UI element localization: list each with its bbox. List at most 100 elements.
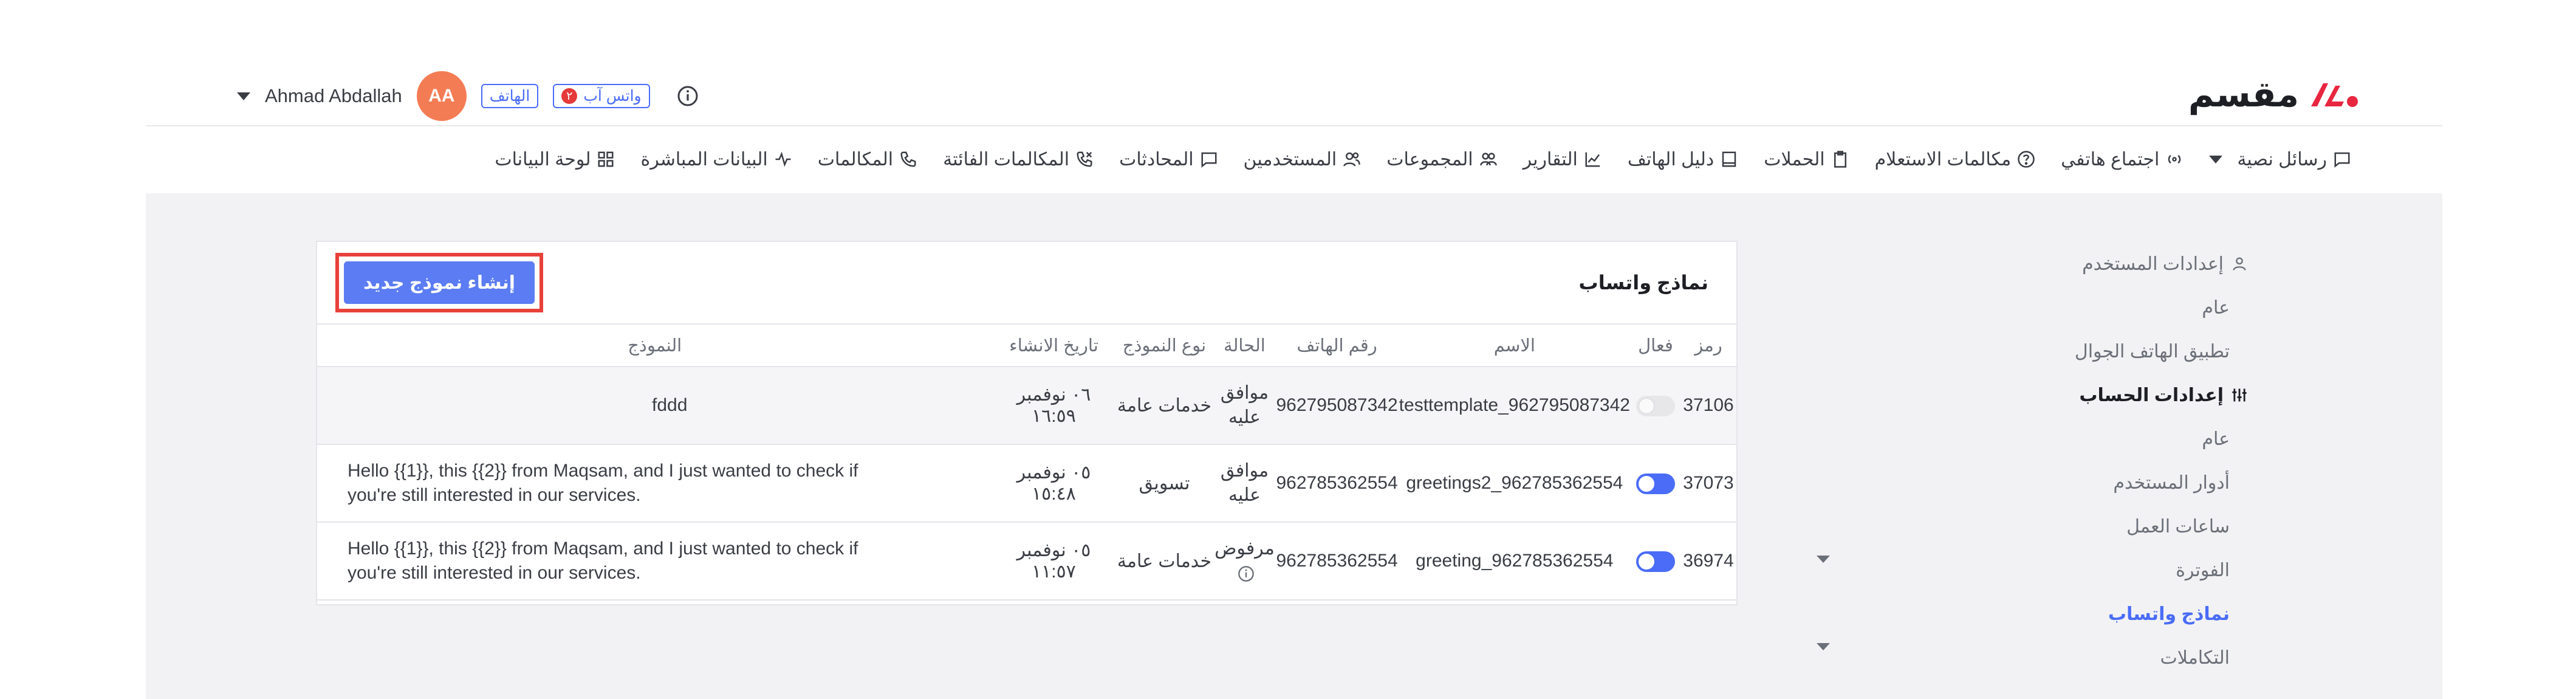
template-text-line2: you're still interested in our services. <box>348 485 641 505</box>
sidebar-item-billing[interactable]: الفوترة <box>2005 548 2248 592</box>
nav-item-conference[interactable]: اجتماع هاتفي <box>2061 149 2184 170</box>
col-status[interactable]: الحالة <box>1213 325 1276 367</box>
sidebar-item-user-settings[interactable]: إعدادات المستخدم <box>2005 242 2248 286</box>
phone-channel-label: الهاتف <box>489 88 530 105</box>
user-name[interactable]: Ahmad Abdallah <box>265 85 402 107</box>
active-toggle[interactable] <box>1636 395 1675 416</box>
rejection-info-icon[interactable] <box>1238 565 1255 582</box>
active-toggle[interactable] <box>1636 473 1675 494</box>
cell-template: Hello {{1}}, this {{2}} from Maqsam, and… <box>317 522 993 601</box>
status-text-line1: موافق <box>1220 461 1269 481</box>
cell-active <box>1631 444 1680 523</box>
sidebar-item-account-settings[interactable]: إعدادات الحساب <box>2005 373 2248 417</box>
chart-icon <box>1585 152 1600 167</box>
cell-phone: 962785362554 <box>1275 522 1399 601</box>
billing-chevron-down-icon[interactable] <box>1817 556 1830 563</box>
sidebar-label: ساعات العمل <box>2126 516 2230 537</box>
cell-type: خدمات عامة <box>1115 522 1214 601</box>
col-code[interactable]: رمز <box>1680 325 1736 367</box>
sidebar-item-work-hours[interactable]: ساعات العمل <box>2005 504 2248 548</box>
nav-item-groups[interactable]: المجموعات <box>1386 149 1497 170</box>
sidebar-label: إعدادات المستخدم <box>2082 253 2224 274</box>
nav-label: الحملات <box>1764 149 1825 170</box>
active-toggle[interactable] <box>1636 551 1675 572</box>
sidebar-item-account-general[interactable]: عام <box>2005 417 2248 461</box>
nav-label: المجموعات <box>1386 149 1473 170</box>
nav-item-dashboard[interactable]: لوحة البيانات <box>495 149 615 170</box>
col-created[interactable]: تاريخ الانشاء <box>992 325 1115 367</box>
templates-table: رمز فعال الاسم رقم الهاتف الحالة نوع الن… <box>317 325 1736 601</box>
nav-item-inquiry-calls[interactable]: مكالمات الاستعلام <box>1875 149 2036 170</box>
nav-item-live-data[interactable]: البيانات المباشرة <box>640 149 792 170</box>
col-active[interactable]: فعال <box>1631 325 1680 367</box>
sidebar-item-mobile-app[interactable]: تطبيق الهاتف الجوال <box>2005 329 2248 373</box>
nav-item-missed-calls[interactable]: المكالمات الفائتة <box>943 149 1094 170</box>
cell-template: Hello {{1}}, this {{2}} from Maqsam, and… <box>317 444 993 523</box>
table-row[interactable]: 36974 greeting_962785362554 962785362554… <box>317 522 1736 601</box>
sidebar-item-user-roles[interactable]: أدوار المستخدم <box>2005 461 2248 504</box>
nav-label: المكالمات الفائتة <box>943 149 1070 170</box>
avatar[interactable]: AA <box>416 71 467 121</box>
cell-status: مرفوض <box>1213 522 1276 601</box>
col-type[interactable]: نوع النموذج <box>1115 325 1214 367</box>
table-row[interactable]: 37106 testtemplate_962795087342 96279508… <box>317 367 1736 445</box>
nav-item-campaigns[interactable]: الحملات <box>1764 149 1849 170</box>
template-text-line1: Hello {{1}}, this {{2}} from Maqsam, and… <box>348 461 858 481</box>
top-header: مقسم Ahmad Abdallah AA الهاتف ٢ واتس آب <box>146 29 2442 126</box>
card-header: إنشاء نموذج جديد نماذج واتساب <box>317 242 1736 325</box>
sidebar-label: تطبيق الهاتف الجوال <box>2074 341 2230 362</box>
nav-label: البيانات المباشرة <box>640 149 768 170</box>
cell-code: 37073 <box>1680 444 1736 523</box>
sliders-icon <box>2232 388 2247 402</box>
group-icon <box>1479 153 1497 166</box>
table-row[interactable]: 37073 greetings2_962785362554 9627853625… <box>317 444 1736 523</box>
nav-label: المستخدمين <box>1243 149 1337 170</box>
whatsapp-channel-chip[interactable]: ٢ واتس آب <box>553 84 650 108</box>
nav-more-chevron-down-icon[interactable] <box>2209 155 2223 164</box>
nav-item-users[interactable]: المستخدمين <box>1244 149 1362 170</box>
nav-item-reports[interactable]: التقارير <box>1523 149 1602 170</box>
col-template[interactable]: النموذج <box>317 325 993 367</box>
phone-icon <box>900 151 916 167</box>
question-icon <box>2018 151 2035 168</box>
nav-label: دليل الهاتف <box>1627 149 1714 170</box>
cell-status: موافق عليه <box>1213 367 1276 445</box>
integrations-chevron-down-icon[interactable] <box>1817 643 1830 650</box>
user-area: Ahmad Abdallah AA الهاتف ٢ واتس آب <box>237 66 699 126</box>
new-template-button[interactable]: إنشاء نموذج جديد <box>344 261 535 304</box>
user-menu-chevron-down-icon[interactable] <box>237 92 250 100</box>
logo-mark-icon <box>2307 77 2363 111</box>
status-text-line1: موافق <box>1220 383 1269 403</box>
cell-phone: 962795087342 <box>1275 367 1399 445</box>
cell-active <box>1631 522 1680 601</box>
clipboard-icon <box>1834 151 1846 168</box>
nav-item-conversations[interactable]: المحادثات <box>1119 149 1218 170</box>
info-icon[interactable] <box>677 85 699 107</box>
cell-type: تسويق <box>1115 444 1214 523</box>
sidebar-item-integrations[interactable]: التكاملات <box>2005 636 2248 680</box>
nav-item-calls[interactable]: المكالمات <box>818 149 917 170</box>
sms-icon <box>2334 152 2350 168</box>
content-area: إعدادات المستخدم عام تطبيق الهاتف الجوال… <box>146 193 2442 699</box>
cell-created: ٠٥ نوفمبر ١٥:٤٨ <box>992 444 1115 523</box>
logo-text: مقسم <box>2188 74 2299 115</box>
nav-item-sms[interactable]: رسائل نصية <box>2209 149 2351 170</box>
sidebar-label: أدوار المستخدم <box>2113 472 2230 493</box>
user-icon <box>2233 257 2246 270</box>
cell-name: testtemplate_962795087342 <box>1398 367 1631 445</box>
cell-created: ٠٦ نوفمبر ١٦:٥٩ <box>992 367 1115 445</box>
table-header-row: رمز فعال الاسم رقم الهاتف الحالة نوع الن… <box>317 325 1736 367</box>
phone-channel-chip[interactable]: الهاتف <box>481 84 539 108</box>
main-nav: لوحة البيانات البيانات المباشرة المكالما… <box>495 141 2351 177</box>
whatsapp-templates-card: إنشاء نموذج جديد نماذج واتساب رمز فعال ا… <box>316 241 1738 605</box>
sidebar-item-whatsapp-templates[interactable]: نماذج واتساب <box>2005 592 2248 636</box>
sidebar-label: التكاملات <box>2160 647 2230 668</box>
nav-item-phonebook[interactable]: دليل الهاتف <box>1628 149 1738 170</box>
cell-code: 37106 <box>1680 367 1736 445</box>
col-name[interactable]: الاسم <box>1398 325 1631 367</box>
whatsapp-count-badge: ٢ <box>561 88 578 104</box>
col-phone[interactable]: رقم الهاتف <box>1275 325 1399 367</box>
pulse-icon <box>775 151 791 167</box>
sidebar-item-user-general[interactable]: عام <box>2005 286 2248 329</box>
brand-logo[interactable]: مقسم <box>2188 61 2363 128</box>
